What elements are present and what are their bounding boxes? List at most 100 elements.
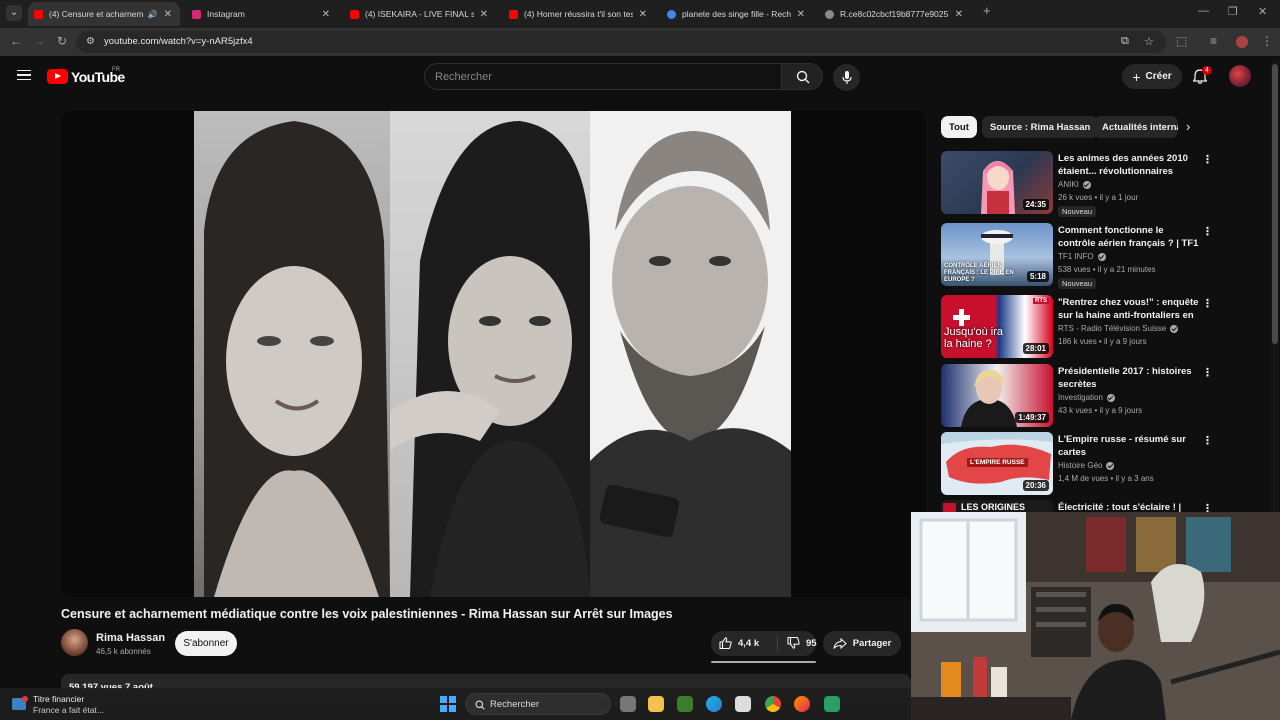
video-thumbnail[interactable]: RTS Jusqu'où ira la haine ? 28:01 (941, 295, 1053, 358)
more-options-icon[interactable]: ⋮ (1202, 297, 1213, 310)
video-thumbnail[interactable]: L'EMPIRE RUSSE 20:36 (941, 432, 1053, 495)
video-thumbnail[interactable]: 1:49:37 (941, 364, 1053, 427)
store-icon[interactable] (735, 696, 751, 712)
site-info-icon[interactable]: ⚙ (86, 36, 95, 47)
recommendation-title[interactable]: "Rentrez chez vous!" : enquête sur la ha… (1058, 296, 1200, 322)
video-duration: 28:01 (1022, 343, 1049, 354)
recommendation-channel[interactable]: TF1 INFO (1058, 252, 1106, 261)
new-badge: Nouveau (1058, 206, 1097, 217)
scrollbar-thumb[interactable] (1272, 64, 1278, 344)
video-player[interactable] (61, 111, 926, 597)
channel-avatar[interactable] (61, 629, 88, 656)
view-count: 186 k vues (1058, 337, 1097, 346)
recommendation-item[interactable]: 1:49:37 Présidentielle 2017 : histoires … (941, 364, 1213, 430)
thumbs-up-icon (719, 637, 732, 649)
browser-toolbar: ← → ↻ ⚙ youtube.com/watch?v=y-nAR5jzfx4 … (0, 28, 1280, 56)
more-options-icon[interactable]: ⋮ (1202, 434, 1213, 447)
address-bar[interactable]: ⚙ youtube.com/watch?v=y-nAR5jzfx4 ⧉ ☆ (76, 31, 1166, 53)
menu-hamburger-icon[interactable] (17, 70, 31, 80)
recommendation-item[interactable]: RTS Jusqu'où ira la haine ? 28:01 "Rentr… (941, 295, 1213, 361)
thumbnail-caption: L'EMPIRE RUSSE (967, 458, 1028, 467)
subscribe-button[interactable]: S'abonner (175, 631, 237, 656)
recommendation-title[interactable]: L'Empire russe - résumé sur cartes (1058, 433, 1200, 459)
recommendation-title[interactable]: Comment fonctionne le contrôle aérien fr… (1058, 224, 1200, 250)
browser-tab-1[interactable]: (4) Censure et acharnement 🔊 ✕ (28, 2, 180, 26)
chat-app-icon[interactable] (824, 696, 840, 712)
news-widget-subtitle[interactable]: France a fait état... (33, 705, 104, 715)
recommendation-channel[interactable]: RTS - Radio Télévision Suisse (1058, 324, 1179, 333)
bookmark-star-icon[interactable]: ☆ (1144, 35, 1154, 48)
firefox-browser-icon[interactable] (794, 696, 810, 712)
video-thumbnail[interactable]: 24:35 (941, 151, 1053, 214)
close-tab-icon[interactable]: ✕ (955, 9, 963, 20)
back-arrow-icon[interactable]: ← (10, 34, 22, 48)
video-frame[interactable] (194, 111, 791, 597)
close-tab-icon[interactable]: ✕ (322, 9, 330, 20)
view-count: 43 k vues (1058, 406, 1093, 415)
menu-kebab-icon[interactable]: ⋮ (1261, 34, 1273, 48)
close-window-icon[interactable]: ✕ (1258, 5, 1267, 18)
recommendation-channel[interactable]: Investigation (1058, 393, 1115, 402)
install-app-icon[interactable]: ⧉ (1121, 35, 1129, 48)
voice-search-button[interactable] (833, 64, 860, 91)
recommendation-item[interactable]: L'EMPIRE RUSSE 20:36 L'Empire russe - ré… (941, 432, 1213, 498)
speaker-icon[interactable]: 🔊 (148, 10, 158, 19)
tab-title: planete des singe fille - Recher (682, 9, 791, 19)
chip-source[interactable]: Source : Rima Hassan (982, 116, 1099, 138)
recommendation-title[interactable]: Présidentielle 2017 : histoires secrètes (1058, 365, 1200, 391)
close-tab-icon[interactable]: ✕ (480, 9, 488, 20)
search-button[interactable] (781, 63, 823, 90)
browser-tab-5[interactable]: planete des singe fille - Recher ✕ (661, 2, 813, 26)
search-input[interactable] (425, 64, 782, 89)
forward-arrow-icon[interactable]: → (33, 34, 45, 48)
minimize-icon[interactable]: — (1198, 5, 1209, 17)
browser-tab-6[interactable]: R.ce8c02cbcf19b8777e902578 ✕ (819, 2, 971, 26)
video-title: Censure et acharnement médiatique contre… (61, 607, 673, 621)
recommendation-item[interactable]: 24:35 Les animes des années 2010 étaient… (941, 151, 1213, 217)
maximize-icon[interactable]: ❐ (1228, 5, 1238, 18)
profile-icon[interactable] (1236, 36, 1248, 48)
tab-search-button[interactable]: ⌄ (6, 5, 22, 21)
recommendation-meta: 43 k vues • il y a 9 jours (1058, 406, 1143, 415)
close-tab-icon[interactable]: ✕ (639, 9, 647, 20)
edge-browser-icon[interactable] (706, 696, 722, 712)
close-tab-icon[interactable]: ✕ (797, 9, 805, 20)
extensions-icon[interactable]: ⬚ (1176, 34, 1187, 48)
browser-tab-4[interactable]: (4) Homer réussira t'il son test ✕ (503, 2, 655, 26)
chrome-browser-icon[interactable] (765, 696, 781, 712)
chip-all[interactable]: Tout (941, 116, 977, 138)
account-avatar[interactable] (1229, 65, 1251, 87)
create-button[interactable]: + Créer (1122, 64, 1182, 89)
file-explorer-icon[interactable] (648, 696, 664, 712)
new-tab-button[interactable]: + (983, 3, 991, 18)
reload-icon[interactable]: ↻ (57, 34, 67, 48)
media-control-icon[interactable]: ≡ (1210, 34, 1217, 48)
share-button[interactable]: Partager (823, 631, 901, 656)
recommendation-title[interactable]: Les animes des années 2010 étaient... ré… (1058, 152, 1200, 178)
more-options-icon[interactable]: ⋮ (1202, 225, 1213, 238)
taskbar-search[interactable]: Rechercher (465, 693, 611, 715)
like-button[interactable]: 4,4 k (719, 637, 759, 649)
video-thumbnail[interactable]: CONTRÔLE AÉRIEN FRANÇAIS : LE PIRE EN EU… (941, 223, 1053, 286)
browser-tab-3[interactable]: (4) ISEKAIRA - LIVE FINAL sans ✕ (344, 2, 496, 26)
chip-news[interactable]: Actualités interna (1094, 116, 1178, 138)
chevron-right-icon[interactable]: › (1186, 119, 1190, 134)
dislike-button[interactable]: 95 (787, 637, 817, 649)
browser-tab-2[interactable]: Instagram ✕ (186, 2, 338, 26)
close-tab-icon[interactable]: ✕ (164, 9, 172, 20)
more-options-icon[interactable]: ⋮ (1202, 366, 1213, 379)
recommendation-item[interactable]: CONTRÔLE AÉRIEN FRANÇAIS : LE PIRE EN EU… (941, 223, 1213, 289)
url-text[interactable]: youtube.com/watch?v=y-nAR5jzfx4 (104, 36, 253, 47)
nvidia-icon[interactable] (677, 696, 693, 712)
recommendation-channel[interactable]: ANIKI (1058, 180, 1091, 189)
windows-start-icon[interactable] (440, 696, 456, 712)
recommendation-channel[interactable]: Histoire Géo (1058, 461, 1115, 470)
search-field[interactable] (424, 63, 782, 90)
recommendation-meta: 1,4 M de vues • il y a 3 ans (1058, 474, 1154, 483)
more-options-icon[interactable]: ⋮ (1202, 153, 1213, 166)
task-view-icon[interactable] (620, 696, 636, 712)
channel-name[interactable]: Rima Hassan (96, 632, 165, 644)
youtube-logo-icon[interactable] (47, 69, 68, 84)
news-widget-icon[interactable] (12, 696, 28, 710)
news-widget-title[interactable]: Titre financier (33, 694, 84, 704)
